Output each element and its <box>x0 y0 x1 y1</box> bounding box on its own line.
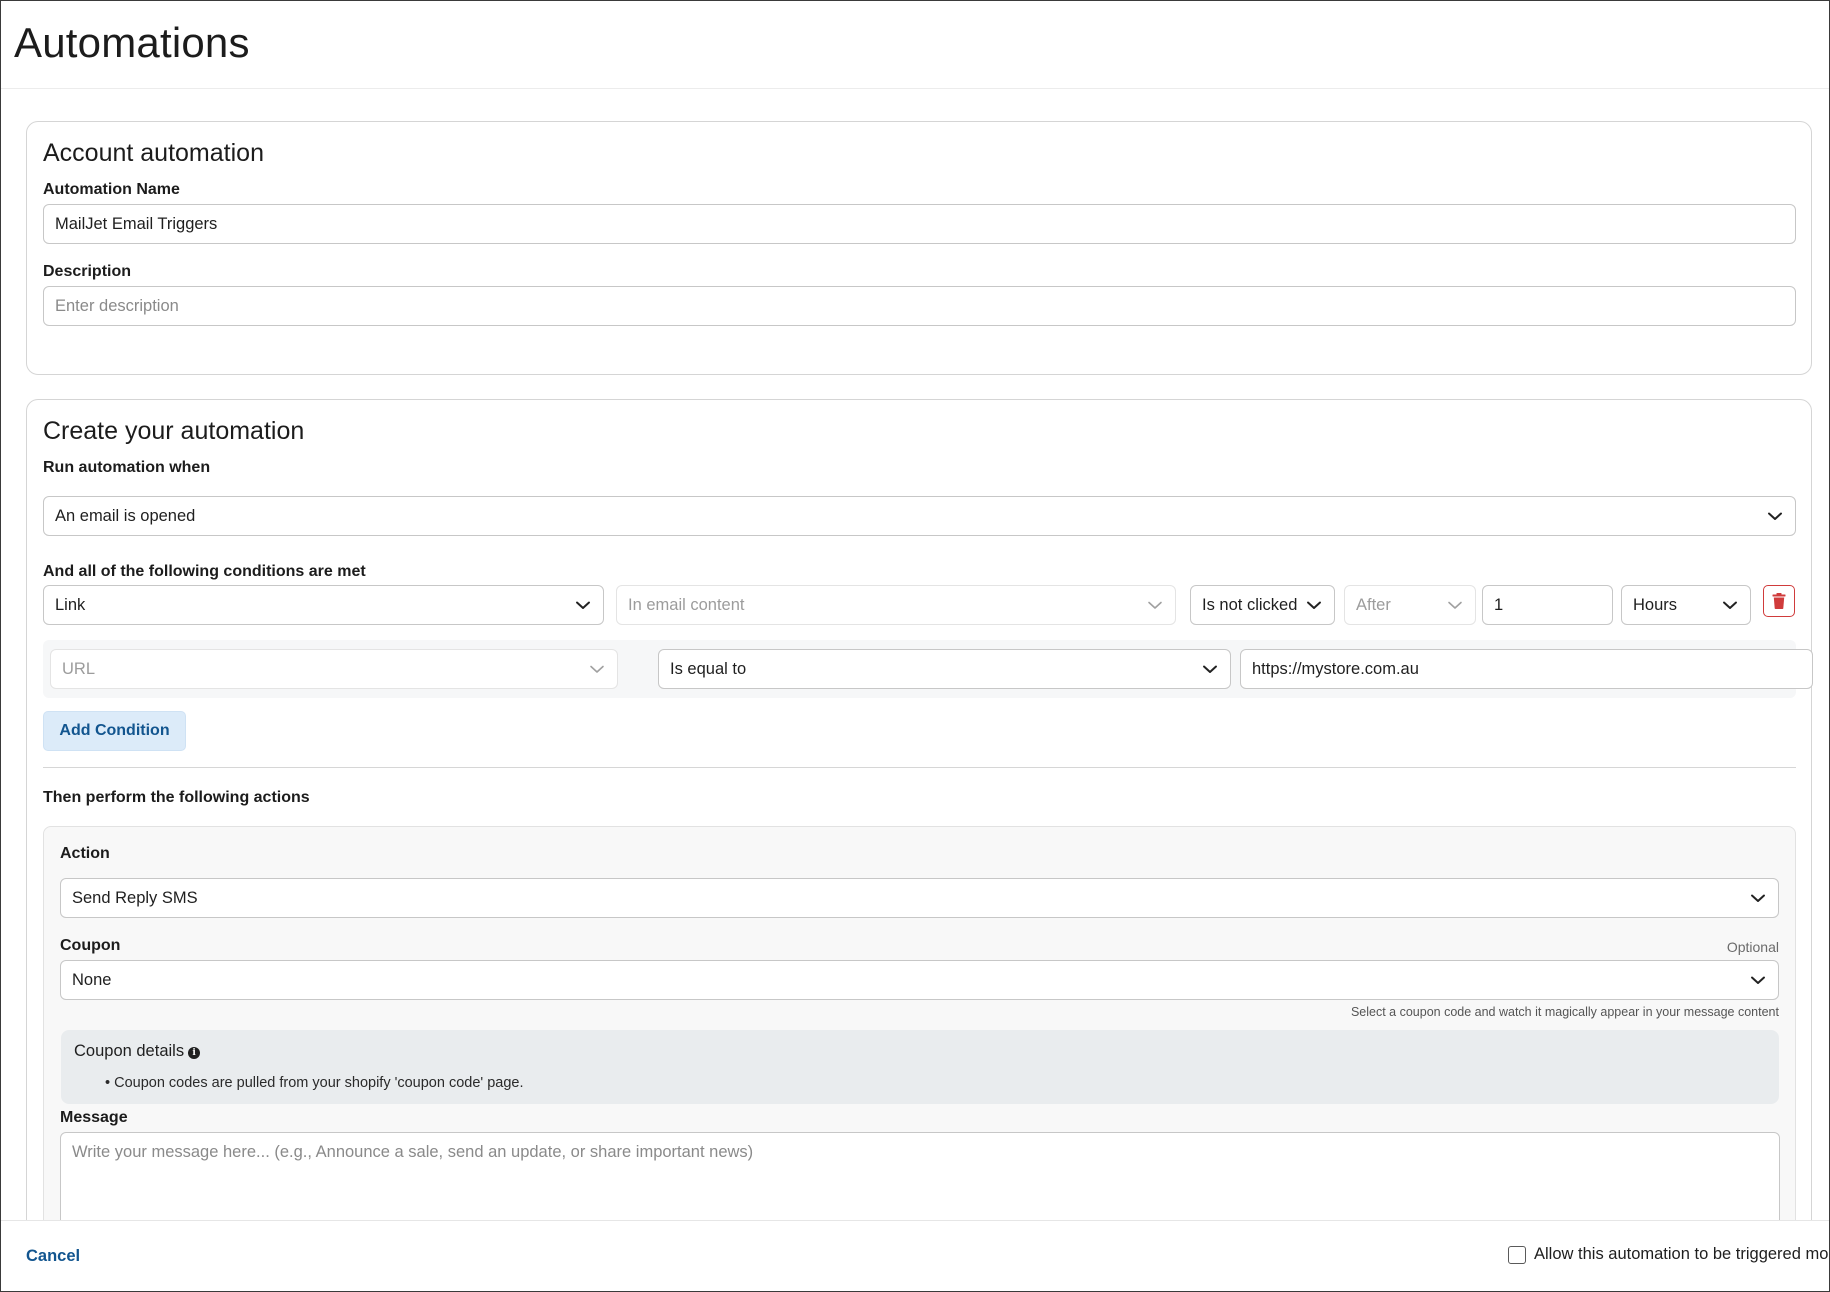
trigger-value: An email is opened <box>55 506 196 525</box>
divider <box>43 767 1796 768</box>
sub-condition-value-input[interactable]: https://mystore.com.au <box>1240 649 1813 689</box>
chevron-down-icon <box>1446 596 1464 614</box>
chevron-down-icon <box>1766 507 1784 525</box>
condition-operator-value: Is not clicked <box>1202 595 1298 614</box>
chevron-down-icon <box>1749 971 1767 989</box>
delete-condition-button[interactable] <box>1763 585 1795 617</box>
automation-name-value: MailJet Email Triggers <box>55 214 218 233</box>
action-label: Action <box>60 845 110 862</box>
coupon-select[interactable]: None <box>60 960 1779 1000</box>
chevron-down-icon <box>1721 596 1739 614</box>
condition-operator-select[interactable]: Is not clicked <box>1190 585 1335 625</box>
sub-condition-operator-value: Is equal to <box>670 659 747 678</box>
account-card-title: Account automation <box>43 139 264 167</box>
automation-name-label: Automation Name <box>43 181 180 198</box>
add-condition-button[interactable]: Add Condition <box>43 711 186 751</box>
allow-retrigger-label: Allow this automation to be triggered mo <box>1534 1245 1829 1263</box>
coupon-details-bullet: • Coupon codes are pulled from your shop… <box>105 1075 524 1091</box>
condition-unit-select[interactable]: Hours <box>1621 585 1751 625</box>
condition-source-placeholder: In email content <box>628 595 745 614</box>
trash-icon <box>1772 593 1786 609</box>
sub-condition-field-placeholder: URL <box>62 659 96 678</box>
action-value: Send Reply SMS <box>72 888 198 907</box>
message-label: Message <box>60 1109 128 1126</box>
condition-timing-placeholder: After <box>1356 595 1391 614</box>
sub-condition-field-select[interactable]: URL <box>50 649 618 689</box>
chevron-down-icon <box>1305 596 1323 614</box>
sub-condition-operator-select[interactable]: Is equal to <box>658 649 1231 689</box>
description-input[interactable]: Enter description <box>43 286 1796 326</box>
actions-label: Then perform the following actions <box>43 789 310 806</box>
footer-bar: Cancel Allow this automation to be trigg… <box>1 1220 1829 1291</box>
condition-field-select[interactable]: Link <box>43 585 604 625</box>
coupon-value: None <box>72 970 112 989</box>
coupon-details-box: Coupon details i • Coupon codes are pull… <box>61 1030 1779 1104</box>
condition-timing-select[interactable]: After <box>1344 585 1476 625</box>
trigger-label: Run automation when <box>43 459 211 476</box>
cancel-button[interactable]: Cancel <box>26 1247 80 1266</box>
coupon-details-title-row: Coupon details i <box>74 1042 201 1061</box>
description-label: Description <box>43 263 132 280</box>
condition-amount-input[interactable]: 1 <box>1482 585 1613 625</box>
description-placeholder: Enter description <box>55 296 179 315</box>
coupon-label: Coupon <box>60 937 121 954</box>
create-card-title: Create your automation <box>43 417 305 445</box>
sub-condition-row: URL Is equal to https://mystore.com.au <box>43 640 1813 698</box>
condition-amount-value: 1 <box>1494 595 1504 614</box>
chevron-down-icon <box>1146 596 1164 614</box>
condition-unit-value: Hours <box>1633 595 1678 614</box>
page-header: Automations <box>1 1 1829 89</box>
automation-name-input[interactable]: MailJet Email Triggers <box>43 204 1796 244</box>
condition-source-select[interactable]: In email content <box>616 585 1176 625</box>
coupon-hint: Select a coupon code and watch it magica… <box>1350 1005 1779 1019</box>
account-automation-card: Account automation Automation Name MailJ… <box>26 121 1812 375</box>
action-panel: Action Send Reply SMS Coupon Optional No… <box>43 826 1796 1272</box>
action-select[interactable]: Send Reply SMS <box>60 878 1779 918</box>
info-icon[interactable]: i <box>188 1047 201 1059</box>
message-placeholder: Write your message here... (e.g., Announ… <box>72 1143 754 1161</box>
chevron-down-icon <box>574 596 592 614</box>
coupon-optional-label: Optional <box>1726 939 1779 955</box>
allow-retrigger-checkbox-row[interactable]: Allow this automation to be triggered mo <box>1508 1245 1828 1264</box>
trigger-select[interactable]: An email is opened <box>43 496 1796 536</box>
create-automation-card: Create your automation Run automation wh… <box>26 399 1813 1291</box>
automation-editor: Automations Account automation Automatio… <box>0 0 1830 1292</box>
sub-condition-value: https://mystore.com.au <box>1252 659 1419 678</box>
chevron-down-icon <box>1749 889 1767 907</box>
coupon-details-title: Coupon details <box>74 1042 185 1060</box>
page-title: Automations <box>14 19 250 66</box>
chevron-down-icon <box>588 660 606 678</box>
chevron-down-icon <box>1201 660 1219 678</box>
conditions-label: And all of the following conditions are … <box>43 563 366 580</box>
condition-field-value: Link <box>55 595 86 614</box>
allow-retrigger-checkbox[interactable] <box>1508 1245 1526 1264</box>
